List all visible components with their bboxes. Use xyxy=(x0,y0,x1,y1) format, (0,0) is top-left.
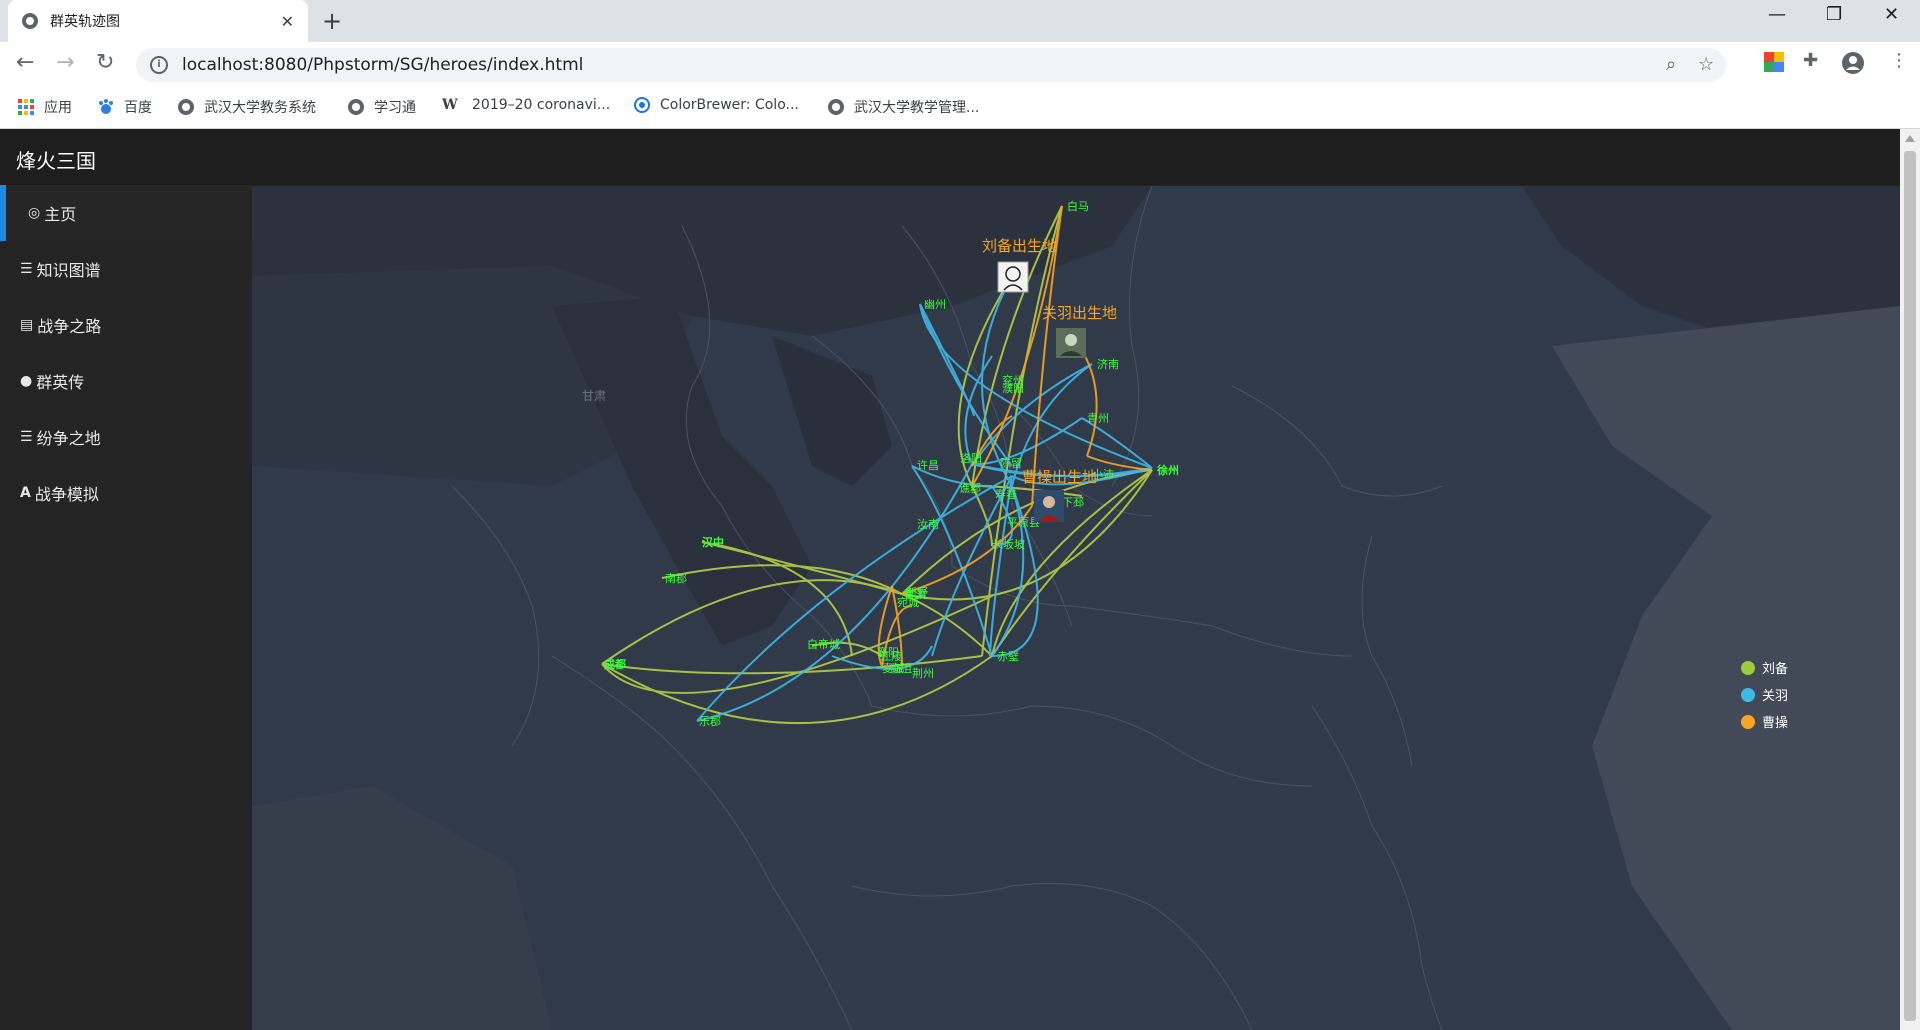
bookmark-whu-jiaoxue[interactable]: 武汉大学教学管理... xyxy=(828,97,979,117)
city-nanjun: 南郡 xyxy=(665,572,687,585)
puzzle-icon[interactable]: ✚ xyxy=(1803,50,1818,71)
legend-item-liubei[interactable]: 刘备 xyxy=(1741,661,1788,677)
city-shouchun: 寿春 xyxy=(995,487,1017,501)
address-bar[interactable]: i localhost:8080/Phpstorm/SG/heroes/inde… xyxy=(136,48,1726,82)
city-puyang: 濮阳 xyxy=(1002,381,1024,395)
bookmark-baidu[interactable]: 百度 xyxy=(98,97,152,117)
globe-icon xyxy=(348,99,364,115)
caocao-portrait[interactable] xyxy=(1034,490,1064,522)
back-icon[interactable]: ← xyxy=(16,50,34,75)
sidebar-item-knowledge-graph[interactable]: ☰ 知识图谱 xyxy=(0,241,252,297)
city-baima: 白马 xyxy=(1067,199,1089,213)
bookmark-wikipedia[interactable]: W 2019–20 coronavi... xyxy=(442,97,610,113)
tab-title: 群英轨迹图 xyxy=(50,14,120,30)
sidebar: ◎ 主页 ☰ 知识图谱 ▤ 战争之路 ● 群英传 ☰ 纷争之地 A 战争模拟 xyxy=(0,185,252,1030)
window-close-icon[interactable]: ✕ xyxy=(1884,4,1899,25)
wikipedia-icon: W xyxy=(442,97,458,113)
restore-icon[interactable]: ❐ xyxy=(1826,4,1842,25)
city-xuzhou: 徐州 xyxy=(1156,463,1179,477)
legend-item-caocao[interactable]: 曹操 xyxy=(1741,715,1788,731)
sidebar-item-home[interactable]: ◎ 主页 xyxy=(0,185,252,241)
hero-trajectory-map[interactable]: 甘肃 白马 幽州 济南 青州 兖州 小沛 徐州 许昌 陈留 下邳 谯郡 汝南 宛… xyxy=(252,186,1900,1030)
legend: 刘备 关羽 曹操 xyxy=(1741,661,1788,731)
birthplace-caocao-label: 曹操出生地 xyxy=(1022,468,1097,486)
app-header: 烽火三国 xyxy=(0,129,1900,185)
city-youzhou: 幽州 xyxy=(924,298,946,311)
map-canvas[interactable]: 甘肃 白马 幽州 济南 青州 兖州 小沛 徐州 许昌 陈留 下邳 谯郡 汝南 宛… xyxy=(252,186,1900,1030)
app-root: 烽火三国 ◎ 主页 ☰ 知识图谱 ▤ 战争之路 ● 群英传 ☰ 纷争之地 A 战争模拟 xyxy=(0,129,1900,1030)
city-guandu: 官渡 xyxy=(904,587,926,601)
globe-icon xyxy=(828,99,844,115)
toolbar: ← → ↻ i localhost:8080/Phpstorm/SG/heroe… xyxy=(0,42,1920,87)
page-scrollbar[interactable] xyxy=(1900,129,1920,1030)
legend-dot-liubei xyxy=(1741,661,1755,675)
city-changbanpo: 长坂坡 xyxy=(992,538,1025,551)
legend-dot-guanyu xyxy=(1741,688,1755,702)
legend-item-guanyu[interactable]: 关羽 xyxy=(1741,688,1788,704)
liubei-portrait[interactable] xyxy=(997,261,1029,293)
city-jinan: 济南 xyxy=(1097,357,1119,371)
city-lejun: 乐郡 xyxy=(699,715,721,728)
province-label-gansu: 甘肃 xyxy=(582,389,606,403)
guanyu-portrait[interactable] xyxy=(1056,328,1086,358)
city-luoyang: 洛阳 xyxy=(960,451,982,465)
paw-icon xyxy=(98,99,114,115)
brand-title: 烽火三国 xyxy=(16,149,96,173)
city-xuchang: 许昌 xyxy=(917,459,939,472)
city-jingzhou: 荆州 xyxy=(912,667,934,680)
legend-dot-caocao xyxy=(1741,715,1755,729)
bookmark-xuexitong[interactable]: 学习通 xyxy=(348,97,416,117)
apps-grid-icon xyxy=(18,99,34,115)
font-icon: A xyxy=(20,485,31,501)
reload-icon[interactable]: ↻ xyxy=(96,50,114,75)
colorbrewer-icon xyxy=(634,97,650,113)
profile-icon[interactable] xyxy=(1842,52,1864,78)
target-icon: ◎ xyxy=(28,205,41,221)
city-runan: 汝南 xyxy=(917,517,939,531)
legend-label-liubei: 刘备 xyxy=(1762,661,1788,677)
city-linju: 临沮 xyxy=(890,661,912,675)
list-icon: ☰ xyxy=(20,261,33,277)
close-icon[interactable]: ✕ xyxy=(281,12,294,31)
browser-tab[interactable]: 群英轨迹图 ✕ xyxy=(8,0,308,42)
zoom-icon[interactable]: ⌕ xyxy=(1666,54,1676,75)
globe-icon: ● xyxy=(20,373,33,389)
birthplace-liubei-label: 刘备出生地 xyxy=(982,237,1057,255)
city-chengdu: 成都 xyxy=(604,657,626,671)
sidebar-item-heroes[interactable]: ● 群英传 xyxy=(0,353,252,409)
sidebar-item-war-road[interactable]: ▤ 战争之路 xyxy=(0,297,252,353)
legend-label-guanyu: 关羽 xyxy=(1762,689,1788,704)
info-icon[interactable]: i xyxy=(150,56,168,74)
birthplace-guanyu-label: 关羽出生地 xyxy=(1042,304,1117,322)
tab-strip: 群英轨迹图 ✕ + — ❐ ✕ xyxy=(0,0,1920,42)
legend-label-caocao: 曹操 xyxy=(1762,715,1788,731)
globe-icon xyxy=(178,99,194,115)
bookmarks-bar: 应用 百度 武汉大学教务系统 学习通 W 2019–20 coronavi...… xyxy=(0,87,1920,129)
minimize-icon[interactable]: — xyxy=(1768,4,1786,25)
globe-icon xyxy=(22,13,38,29)
city-qiaojun: 谯郡 xyxy=(959,481,981,495)
city-baidicheng: 白帝城 xyxy=(807,637,840,651)
city-chibi: 赤壁 xyxy=(997,649,1019,663)
city-qingzhou: 青州 xyxy=(1087,412,1109,425)
star-icon[interactable]: ☆ xyxy=(1698,54,1714,75)
forward-icon[interactable]: → xyxy=(56,50,74,75)
city-hanzhong: 汉中 xyxy=(702,535,724,549)
new-tab-button[interactable]: + xyxy=(322,6,342,36)
bookmark-whu-jiaowu[interactable]: 武汉大学教务系统 xyxy=(178,97,316,117)
sidebar-item-disputed-land[interactable]: ☰ 纷争之地 xyxy=(0,409,252,465)
city-xiapi: 下邳 xyxy=(1062,496,1084,509)
scroll-up-icon[interactable] xyxy=(1905,135,1915,142)
city-chenliu: 陈留 xyxy=(1000,456,1022,470)
list-icon: ☰ xyxy=(20,429,33,445)
menu-kebab-icon[interactable]: ⋮ xyxy=(1890,50,1908,71)
bookmark-colorbrewer[interactable]: ColorBrewer: Colo... xyxy=(634,97,799,113)
table-icon: ▤ xyxy=(20,317,34,333)
scrollbar-thumb[interactable] xyxy=(1904,151,1916,1021)
colorpicker-extension-icon[interactable] xyxy=(1764,52,1784,76)
sidebar-item-war-simulation[interactable]: A 战争模拟 xyxy=(0,465,252,521)
url-text[interactable]: localhost:8080/Phpstorm/SG/heroes/index.… xyxy=(182,55,583,75)
bookmark-apps[interactable]: 应用 xyxy=(18,97,72,117)
